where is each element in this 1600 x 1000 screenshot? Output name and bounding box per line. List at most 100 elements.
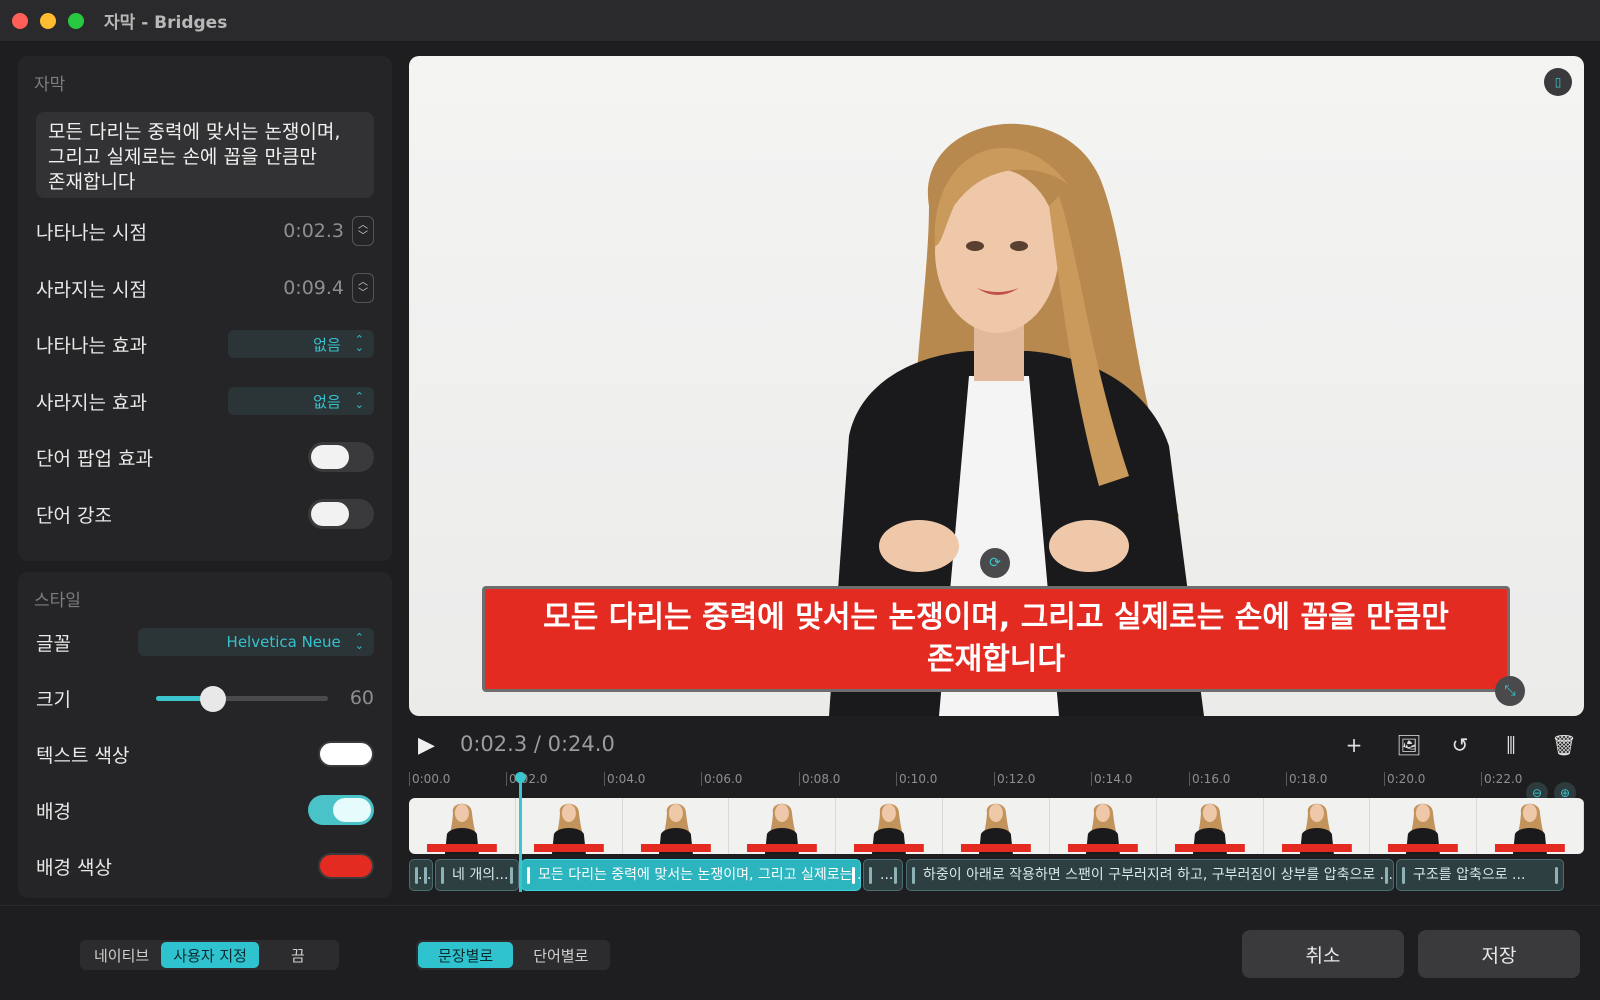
filmstrip-frame	[1370, 798, 1478, 854]
ruler-tick: 0:16.0	[1189, 772, 1230, 786]
style-section-title: 스타일	[34, 591, 81, 611]
font-row: 글꼴 Helvetica Neue ⌃ ⌄	[36, 622, 374, 662]
disappear-effect-label: 사라지는 효과	[36, 391, 147, 414]
background-label: 배경	[36, 800, 71, 823]
disappear-time-value[interactable]: 0:09.4	[283, 277, 344, 299]
filmstrip-frame	[1263, 798, 1371, 854]
subtitle-section-title: 자막	[34, 75, 66, 95]
disappear-time-stepper[interactable]: ︿ ﹀	[352, 273, 374, 303]
trash-icon[interactable]: 🗑	[1550, 731, 1578, 759]
appear-time-stepper[interactable]: ︿ ﹀	[352, 216, 374, 246]
background-toggle[interactable]	[308, 795, 374, 825]
ruler-tick: 0:14.0	[1091, 772, 1132, 786]
size-label: 크기	[36, 688, 71, 711]
window-controls	[12, 12, 84, 29]
ruler-tick: 0:20.0	[1384, 772, 1425, 786]
filmstrip-frame	[1156, 798, 1264, 854]
appear-effect-label: 나타나는 효과	[36, 334, 147, 357]
appear-time-row: 나타나는 시점 0:02.3 ︿ ﹀	[36, 211, 374, 251]
font-select[interactable]: Helvetica Neue ⌃ ⌄	[138, 628, 374, 656]
subtitle-mode-segmented: 네이티브 사용자 지정 끔	[80, 940, 339, 970]
video-preview[interactable]: ▯ ⟳ 모든 다리는 중력에 맞서는 논쟁이며, 그리고 실제로는 손에 꼽을 …	[409, 56, 1584, 716]
subtitle-panel: 자막 모든 다리는 중력에 맞서는 논쟁이며, 그리고 실제로는 손에 꼽을 만…	[18, 56, 392, 561]
filmstrip-frame	[729, 798, 837, 854]
filmstrip-frame	[943, 798, 1050, 854]
caption-clip-selected[interactable]: 모든 다리는 중력에 맞서는 논쟁이며, 그리고 실제로는 ...	[521, 859, 861, 891]
rotate-icon[interactable]: ↺	[1446, 731, 1474, 759]
caption-clip[interactable]: 구조를 압축으로 ...	[1396, 859, 1564, 891]
play-icon[interactable]: ▶	[418, 733, 435, 758]
resize-handle-icon[interactable]: ⤡	[1495, 676, 1525, 706]
appear-time-label: 나타나는 시점	[36, 221, 147, 244]
style-panel: 스타일 글꼴 Helvetica Neue ⌃ ⌄ 크기 60 텍스트 색상 배경…	[18, 572, 392, 898]
size-slider-handle[interactable]	[199, 685, 226, 712]
word-popup-row: 단어 팝업 효과	[36, 437, 374, 477]
appear-effect-row: 나타나는 효과 없음 ⌃ ⌄	[36, 324, 374, 364]
word-highlight-row: 단어 강조	[36, 494, 374, 534]
split-mode-segmented: 문장별로 단어별로	[416, 940, 611, 970]
caption-clip[interactable]: ...	[863, 859, 903, 891]
ruler-tick: 0:12.0	[994, 772, 1035, 786]
ruler-tick: 0:04.0	[604, 772, 645, 786]
aspect-ratio-icon[interactable]: ▯	[1544, 68, 1572, 96]
disappear-effect-value: 없음	[313, 392, 341, 411]
text-color-row: 텍스트 색상	[36, 734, 374, 774]
rotate-handle-icon[interactable]: ⟳	[980, 548, 1010, 578]
ruler-tick: 0:18.0	[1286, 772, 1327, 786]
title-bar: 자막 - Bridges	[0, 0, 1600, 42]
close-window-button[interactable]	[12, 12, 28, 29]
split-by-sentence-option[interactable]: 문장별로	[418, 942, 514, 968]
mode-off-option[interactable]: 끔	[259, 942, 337, 968]
font-value: Helvetica Neue	[226, 633, 341, 651]
text-color-swatch[interactable]	[318, 741, 374, 767]
ruler-tick: 0:02.0	[506, 772, 547, 786]
zoom-window-button[interactable]	[68, 12, 84, 29]
disappear-effect-select[interactable]: 없음 ⌃ ⌄	[228, 387, 374, 415]
disappear-time-label: 사라지는 시점	[36, 278, 147, 301]
timeline-playhead[interactable]	[515, 772, 526, 892]
filmstrip-frame	[836, 798, 944, 854]
playback-time: 0:02.3 / 0:24.0	[460, 732, 615, 756]
mode-custom-option[interactable]: 사용자 지정	[161, 942, 259, 968]
ruler-tick: 0:10.0	[896, 772, 937, 786]
filmstrip-frame	[1049, 798, 1157, 854]
background-color-swatch[interactable]	[318, 853, 374, 879]
size-value: 60	[349, 687, 374, 709]
mode-native-option[interactable]: 네이티브	[82, 942, 161, 968]
font-label: 글꼴	[36, 632, 71, 655]
chevron-updown-icon: ⌃ ⌄	[354, 631, 364, 652]
word-highlight-toggle[interactable]	[308, 499, 374, 529]
subtitle-text-field[interactable]: 모든 다리는 중력에 맞서는 논쟁이며, 그리고 실제로는 손에 꼽을 만큼만 …	[36, 112, 374, 198]
save-button[interactable]: 저장	[1418, 930, 1580, 978]
cancel-button[interactable]: 취소	[1242, 930, 1404, 978]
chevron-updown-icon: ⌃ ⌄	[354, 333, 364, 354]
filmstrip-frame	[1477, 798, 1584, 854]
disappear-time-row: 사라지는 시점 0:09.4 ︿ ﹀	[36, 268, 374, 308]
ruler-tick: 0:06.0	[701, 772, 742, 786]
minimize-window-button[interactable]	[40, 12, 56, 29]
split-by-word-option[interactable]: 단어별로	[513, 942, 608, 968]
word-popup-toggle[interactable]	[308, 442, 374, 472]
caption-track: ... 네 개의... 모든 다리는 중력에 맞서는 논쟁이며, 그리고 실제로…	[409, 859, 1584, 891]
ruler-tick: 0:00.0	[409, 772, 450, 786]
word-popup-label: 단어 팝업 효과	[36, 447, 153, 470]
caption-clip[interactable]: 하중이 아래로 작용하면 스팬이 구부러지려 하고, 구부러짐이 상부를 압축으…	[906, 859, 1394, 891]
filmstrip-frame	[515, 798, 623, 854]
video-filmstrip[interactable]	[409, 798, 1584, 854]
background-color-label: 배경 색상	[36, 856, 112, 879]
waveform-icon[interactable]: ⫼	[1497, 731, 1525, 759]
timeline-ruler[interactable]: 0:00.0 0:02.0 0:04.0 0:06.0 0:08.0 0:10.…	[409, 772, 1584, 792]
size-row: 크기 60	[36, 678, 374, 718]
chevron-updown-icon: ⌃ ⌄	[354, 390, 364, 411]
appear-effect-value: 없음	[313, 335, 341, 354]
background-row: 배경	[36, 790, 374, 830]
plus-icon[interactable]: +	[1340, 731, 1368, 759]
size-slider[interactable]	[156, 685, 328, 712]
caption-overlay[interactable]: 모든 다리는 중력에 맞서는 논쟁이며, 그리고 실제로는 손에 꼽을 만큼만 …	[482, 586, 1510, 692]
window-title: 자막 - Bridges	[104, 13, 228, 33]
appear-effect-select[interactable]: 없음 ⌃ ⌄	[228, 330, 374, 358]
appear-time-value[interactable]: 0:02.3	[283, 220, 344, 242]
caption-clip[interactable]: ...	[409, 859, 433, 891]
image-add-icon[interactable]: 🖼	[1395, 731, 1423, 759]
caption-clip[interactable]: 네 개의...	[435, 859, 519, 891]
